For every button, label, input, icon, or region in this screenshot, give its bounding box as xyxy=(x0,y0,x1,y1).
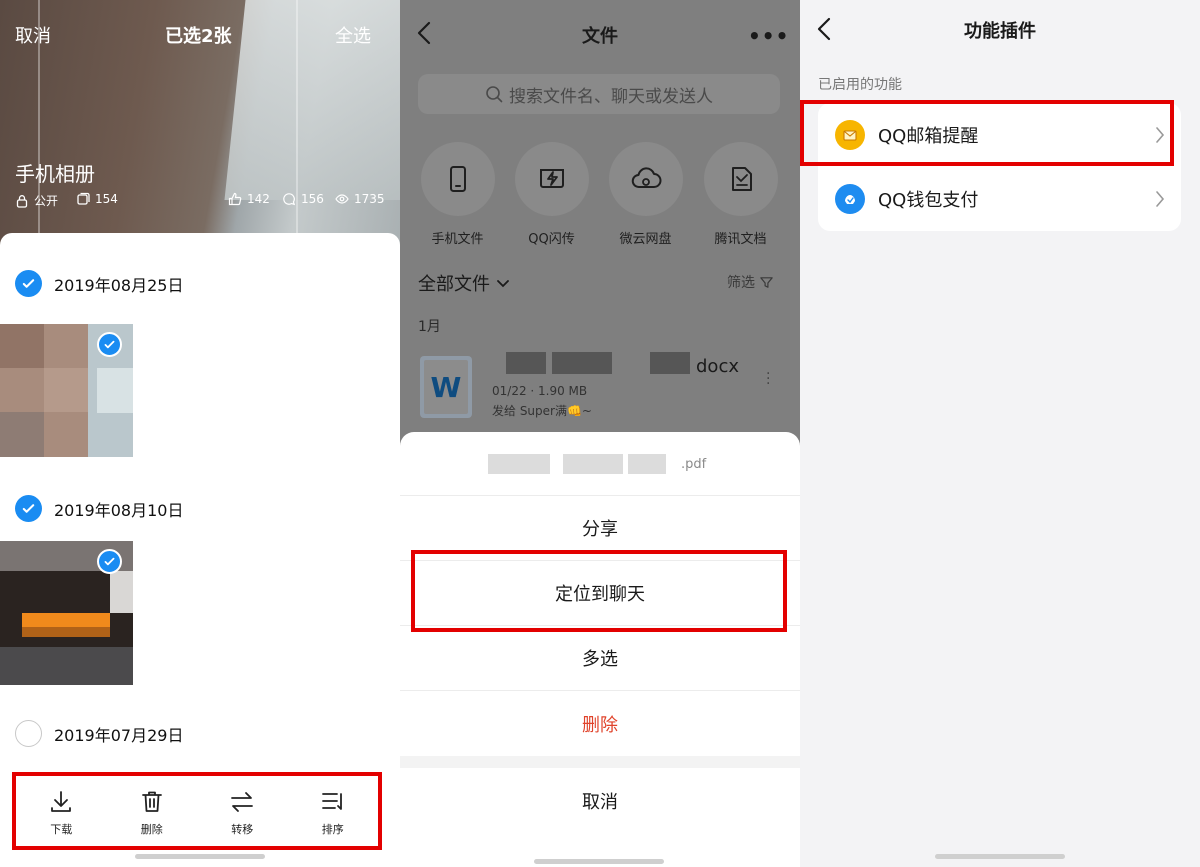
search-icon xyxy=(486,86,503,103)
word-file-icon: W xyxy=(420,356,472,418)
unchecked-circle-icon[interactable] xyxy=(15,720,42,747)
album-visibility: 公开 xyxy=(15,192,58,209)
album-likes: 142 xyxy=(228,192,270,206)
highlight-box xyxy=(800,100,1174,166)
delete-button[interactable]: 删除 xyxy=(122,789,182,837)
chevron-down-icon xyxy=(497,280,509,288)
delete-action[interactable]: 删除 xyxy=(400,691,800,756)
home-indicator xyxy=(935,854,1065,859)
search-placeholder: 搜索文件名、聊天或发送人 xyxy=(509,86,713,107)
wallet-icon xyxy=(835,184,865,214)
quick-access-qq-flash[interactable]: QQ闪传 xyxy=(514,142,589,247)
download-icon xyxy=(51,791,72,812)
more-icon[interactable]: ••• xyxy=(748,24,789,48)
date-group-label: 2019年08月25日 xyxy=(54,275,184,295)
file-extension: docx xyxy=(696,356,739,377)
flash-transfer-icon xyxy=(539,169,564,188)
album-photo-count: 154 xyxy=(76,192,118,206)
selection-title: 已选2张 xyxy=(165,26,232,47)
page-title: 功能插件 xyxy=(964,21,1036,42)
sheet-file-name: .pdf xyxy=(400,432,800,496)
all-files-dropdown[interactable]: 全部文件 xyxy=(418,270,510,296)
sheet-file-extension: .pdf xyxy=(681,457,707,472)
date-group-row[interactable]: 2019年07月29日 xyxy=(15,720,183,747)
file-sender: 发给 Super满👊~ xyxy=(492,404,592,418)
sheet-divider xyxy=(400,756,800,768)
file-info: 01/22 · 1.90 MB xyxy=(492,384,588,398)
blurred-filename xyxy=(650,352,690,374)
docs-icon xyxy=(731,167,752,191)
action-sheet: .pdf 分享 定位到聊天 多选 删除 取消 xyxy=(400,432,800,867)
date-group-label: 2019年07月29日 xyxy=(54,725,184,745)
multi-select-action[interactable]: 多选 xyxy=(400,626,800,691)
date-group-label: 2019年08月10日 xyxy=(54,500,184,520)
sort-icon xyxy=(321,793,342,810)
files-panel: 文件 ••• 搜索文件名、聊天或发送人 手机文件 QQ闪传 微云网盘 腾讯文档 … xyxy=(400,0,800,867)
home-indicator xyxy=(135,854,265,859)
file-more-icon[interactable]: · · · xyxy=(766,367,770,391)
files-header: 文件 ••• xyxy=(400,0,800,64)
comment-icon xyxy=(283,193,296,206)
checked-circle-icon[interactable] xyxy=(15,270,42,297)
phone-icon xyxy=(449,166,466,192)
transfer-icon xyxy=(231,792,254,812)
section-header: 已启用的功能 xyxy=(818,77,902,93)
cloud-icon xyxy=(631,167,661,188)
month-label: 1月 xyxy=(418,319,441,335)
photos-icon xyxy=(77,192,90,205)
checked-circle-icon[interactable] xyxy=(15,495,42,522)
cancel-action[interactable]: 取消 xyxy=(400,768,800,833)
trash-icon xyxy=(141,791,162,812)
plugins-panel: 功能插件 已启用的功能 QQ邮箱提醒 QQ钱包支付 xyxy=(800,0,1200,867)
quick-access-weiyun[interactable]: 微云网盘 xyxy=(608,142,683,247)
page-title: 文件 xyxy=(582,26,618,47)
date-group-row[interactable]: 2019年08月10日 xyxy=(15,495,183,522)
eye-icon xyxy=(335,194,349,204)
album-name: 手机相册 xyxy=(15,162,95,186)
album-comments: 156 xyxy=(282,192,324,206)
home-indicator xyxy=(534,859,664,864)
search-input[interactable]: 搜索文件名、聊天或发送人 xyxy=(418,74,780,114)
plugin-item-wallet[interactable]: QQ钱包支付 xyxy=(818,167,1181,231)
transfer-button[interactable]: 转移 xyxy=(212,789,272,837)
cancel-button[interactable]: 取消 xyxy=(15,22,51,48)
filter-button[interactable]: 筛选 xyxy=(727,272,774,292)
date-group-row[interactable]: 2019年08月25日 xyxy=(15,270,183,297)
select-all-button[interactable]: 全选 xyxy=(335,22,371,48)
quick-access-phone-files[interactable]: 手机文件 xyxy=(420,142,495,247)
album-views: 1735 xyxy=(335,192,385,206)
photo-thumbnail[interactable] xyxy=(0,324,133,457)
photo-thumbnail[interactable] xyxy=(0,541,133,685)
chevron-right-icon xyxy=(1156,191,1165,207)
thumbs-up-icon xyxy=(228,192,242,206)
highlight-box xyxy=(411,550,787,632)
blurred-filename xyxy=(552,352,612,374)
checked-circle-icon[interactable] xyxy=(97,549,122,574)
checked-circle-icon[interactable] xyxy=(97,332,122,357)
album-select-panel: 取消 已选2张 全选 手机相册 公开 154 142 156 1735 2019… xyxy=(0,0,400,867)
blurred-filename xyxy=(506,352,546,374)
download-button[interactable]: 下载 xyxy=(31,789,91,837)
bottom-action-toolbar: 下载 删除 转移 排序 xyxy=(12,772,382,850)
filter-icon xyxy=(760,276,773,288)
sort-button[interactable]: 排序 xyxy=(303,789,363,837)
lock-icon xyxy=(16,194,28,208)
quick-access-tencent-docs[interactable]: 腾讯文档 xyxy=(703,142,778,247)
